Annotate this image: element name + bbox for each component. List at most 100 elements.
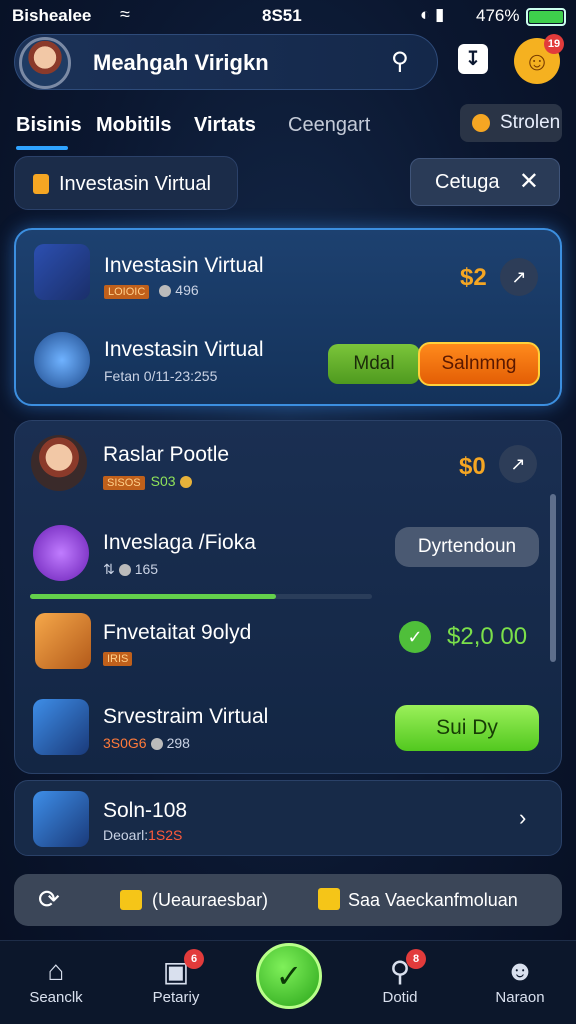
battery-icon <box>526 8 566 26</box>
featured-title-1: Investasin Virtual <box>104 254 264 277</box>
shop-icon <box>35 613 91 669</box>
featured-card: Investasin Virtual LOIOIC 496 $2 ↗ Invest… <box>14 228 562 406</box>
mdal-button[interactable]: Mdal <box>328 344 420 384</box>
list-item-value: 165 <box>134 561 159 577</box>
battery-percent: 476% <box>476 6 520 25</box>
scrollbar[interactable] <box>550 494 556 662</box>
nav-badge: 8 <box>406 949 426 969</box>
expand-icon[interactable]: ↗ <box>499 445 537 483</box>
list-item-label: Deoarl: <box>103 827 149 843</box>
search-icon[interactable]: ⚲ <box>391 47 409 76</box>
refresh-icon[interactable]: ⟳ <box>38 884 60 915</box>
progress-bar <box>30 594 372 599</box>
nav-label: Dotid <box>382 989 418 1006</box>
nav-item-petariy[interactable]: ▣ Petariy <box>128 955 224 1006</box>
featured-title-2: Investasin Virtual <box>104 338 264 361</box>
nav-item-dotid[interactable]: ⚲ Dotid <box>352 955 448 1006</box>
wifi-icon: ≈ <box>120 4 130 24</box>
list-item-sub: Deoarl:1S2S <box>103 827 182 843</box>
bottom-nav: ⌂ Seanclk ▣ Petariy 6 ✓ ⚲ Dotid 8 ☻ Nara… <box>0 940 576 1024</box>
chevron-right-icon[interactable]: › <box>519 805 526 831</box>
nav-item-naraon[interactable]: ☻ Naraon <box>472 955 568 1006</box>
cetuga-button[interactable]: Cetuga ✕ <box>410 158 560 206</box>
nav-badge: 6 <box>184 949 204 969</box>
featured-sub-1: LOIOIC 496 <box>104 282 199 299</box>
list-item-title: Fnvetaitat 9olyd <box>103 621 252 644</box>
featured-sub-2: Fetan 0/11-23:255 <box>104 368 218 384</box>
user-icon: ☻ <box>505 955 535 986</box>
user-name: Meahgah Virigkn <box>93 50 269 75</box>
collapse-icon[interactable]: ↗ <box>500 258 538 296</box>
progress-fill <box>30 594 277 599</box>
computer-icon <box>33 699 89 755</box>
status-bar: Bishealee ≈ 8S51 ◐ ▮ 476% <box>0 0 576 34</box>
salnmng-button[interactable]: Salnmng <box>418 342 540 386</box>
download-icon[interactable]: ↧ <box>458 44 488 74</box>
list-item-sub: SISOS S03 <box>103 473 196 490</box>
list-item-tag: IRIS <box>103 652 133 666</box>
camera-icon: ▣ <box>162 956 190 987</box>
notification-badge: 19 <box>544 34 564 54</box>
list-item-red-value: 3S0G6 <box>103 735 147 751</box>
person-avatar <box>31 435 87 491</box>
pin-icon: ⚲ <box>389 956 411 987</box>
banner-right-text[interactable]: Saa Vaeckanfmoluan <box>348 890 518 911</box>
list-item-title: Soln-108 <box>103 799 188 822</box>
featured-amount-1: $2 <box>460 264 487 291</box>
close-icon[interactable]: ✕ <box>519 167 539 196</box>
check-icon: ✓ <box>399 621 431 653</box>
hexagon-icon <box>33 174 49 194</box>
coin-icon <box>179 476 192 489</box>
list-item-title: Inveslaga /Fioka <box>103 531 256 554</box>
list-item-sub: 3S0G6 298 <box>103 735 190 751</box>
tab-virtats[interactable]: Virtats <box>194 114 256 137</box>
header-bar: Meahgah Virigkn ⚲ <box>14 34 438 90</box>
stolen-button[interactable]: Strolen <box>460 104 562 142</box>
coin-icon <box>159 285 172 298</box>
banner-left-text[interactable]: (Ueauraesbar) <box>152 890 268 911</box>
info-banner: ⟳ (Ueauraesbar) Saa Vaeckanfmoluan <box>14 874 562 926</box>
nav-label: Seanclk <box>29 989 83 1006</box>
check-icon[interactable]: ✓ <box>256 943 322 1009</box>
list-item-value: S03 <box>150 473 176 489</box>
coin-icon <box>150 738 163 751</box>
list-item-amount: $0 <box>459 453 486 480</box>
cube-icon <box>34 244 90 300</box>
server-icon <box>33 791 89 847</box>
list-item-red-value: 1S2S <box>148 827 183 843</box>
sui-dy-button[interactable]: Sui Dy <box>395 705 539 751</box>
sort-icon: ⇅ <box>103 561 115 577</box>
nav-label: Petariy <box>152 989 200 1006</box>
avatar[interactable] <box>19 37 71 89</box>
tab-mobitils[interactable]: Mobitils <box>96 114 172 137</box>
list-icon <box>33 525 89 581</box>
folder-icon <box>318 888 340 910</box>
dyrtendoun-button[interactable]: Dyrtendoun <box>395 527 539 567</box>
filter-chip[interactable]: Investasin Virtual <box>14 156 238 210</box>
pin-icon <box>472 114 490 132</box>
carrier-name: Bishealee <box>12 6 92 25</box>
stolen-label: Strolen <box>500 112 561 133</box>
message-icon <box>120 890 142 910</box>
tab-bisinis[interactable]: Bisinis <box>16 114 82 137</box>
active-tab-indicator <box>16 146 68 150</box>
featured-tag-1: LOIOIC <box>104 285 150 299</box>
building-icon <box>34 332 90 388</box>
nav-item-seanclk[interactable]: ⌂ Seanclk <box>8 955 104 1006</box>
filter-chip-label: Investasin Virtual <box>59 173 211 195</box>
featured-sub-value-1: 496 <box>175 282 199 298</box>
cetuga-label: Cetuga <box>435 171 500 193</box>
list-item-title: Raslar Pootle <box>103 443 230 466</box>
list-item-value: 298 <box>166 735 190 751</box>
clock: 8S51 <box>262 6 302 25</box>
list-item-tag: SISOS <box>103 476 145 490</box>
home-icon: ⌂ <box>47 955 65 986</box>
list-item[interactable]: Soln-108 Deoarl:1S2S › <box>14 780 562 856</box>
list-item-sub: ⇅ 165 <box>103 561 158 578</box>
signal-icon: ◐ ▮ <box>420 5 445 24</box>
list-item-title: Srvestraim Virtual <box>103 705 269 728</box>
list-item-sub: IRIS <box>103 649 138 666</box>
coin-icon <box>118 564 131 577</box>
tab-ceengart[interactable]: Ceengart <box>288 114 370 137</box>
list-item-amount: $2,0 00 <box>447 623 528 650</box>
